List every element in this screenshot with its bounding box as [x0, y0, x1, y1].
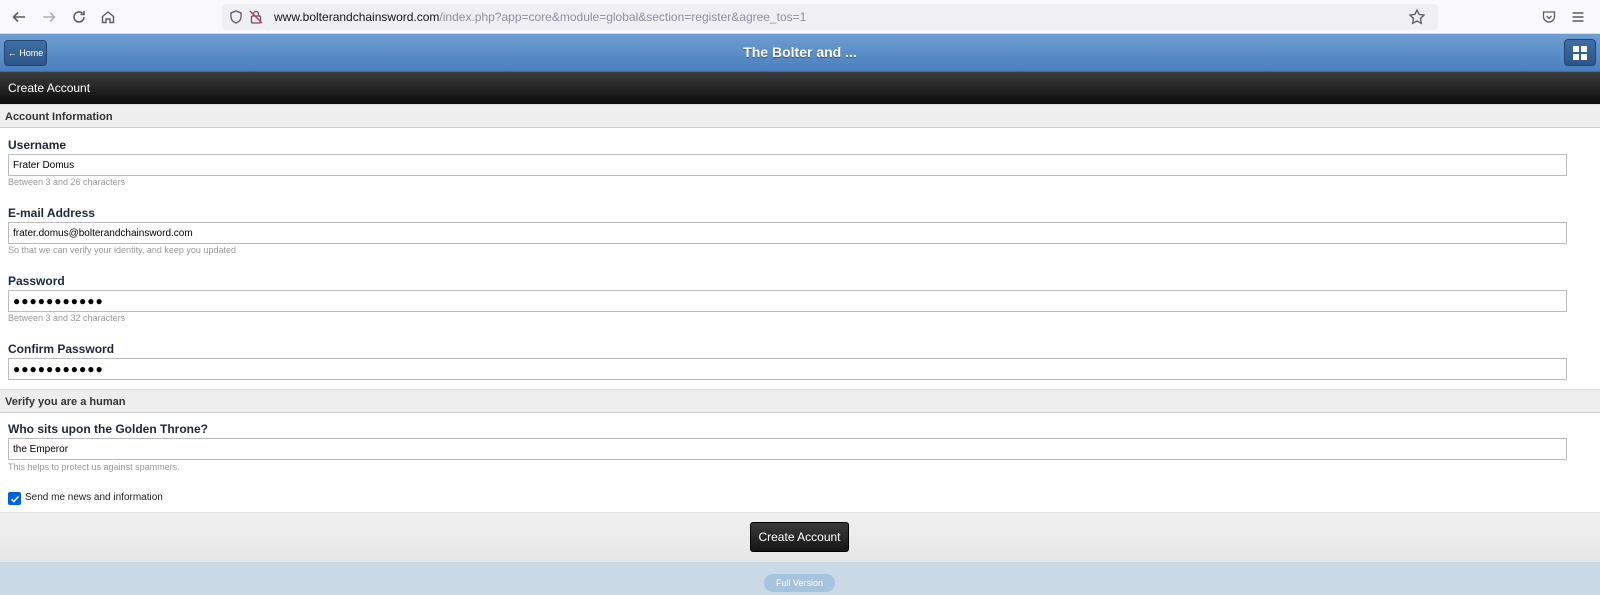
forward-icon[interactable] — [38, 6, 60, 28]
password-input[interactable]: ●●●●●●●●●●● — [8, 290, 1567, 312]
footer: Full Version — [0, 562, 1600, 595]
checkmark-icon — [10, 495, 19, 503]
insecure-lock-icon[interactable] — [248, 9, 264, 25]
site-title: The Bolter and ... — [743, 44, 857, 60]
verify-human-section-header: Verify you are a human — [0, 389, 1600, 413]
url-path: /index.php?app=core&module=global&sectio… — [439, 10, 807, 24]
back-icon[interactable] — [8, 6, 30, 28]
news-checkbox[interactable] — [8, 492, 21, 505]
confirm-password-label: Confirm Password — [8, 342, 115, 356]
captcha-question-label: Who sits upon the Golden Throne? — [8, 422, 208, 436]
section-title: Account Information — [5, 111, 113, 123]
browser-toolbar: www.bolterandchainsword.com/index.php?ap… — [0, 0, 1600, 34]
page-header: Create Account — [0, 72, 1600, 104]
grid-icon — [1573, 45, 1587, 60]
url-text: www.bolterandchainsword.com/index.php?ap… — [274, 10, 806, 24]
url-domain: www.bolterandchainsword.com — [274, 10, 440, 24]
email-input[interactable]: frater.domus@bolterandchainsword.com — [8, 222, 1567, 244]
captcha-hint: This helps to protect us against spammer… — [8, 462, 180, 472]
confirm-password-input[interactable]: ●●●●●●●●●●● — [8, 358, 1567, 380]
password-hint: Between 3 and 32 characters — [8, 313, 126, 323]
menu-icon[interactable] — [1567, 6, 1589, 28]
url-bar[interactable]: www.bolterandchainsword.com/index.php?ap… — [222, 4, 1438, 30]
shield-icon[interactable] — [228, 9, 244, 25]
bookmark-star-icon[interactable] — [1408, 8, 1426, 26]
email-hint: So that we can verify your identity, and… — [8, 245, 236, 255]
section-title: Verify you are a human — [5, 396, 126, 408]
email-label: E-mail Address — [8, 206, 95, 220]
captcha-answer-input[interactable]: the Emperor — [8, 438, 1567, 460]
pocket-icon[interactable] — [1538, 6, 1560, 28]
full-version-button[interactable]: Full Version — [764, 574, 835, 592]
create-account-button[interactable]: Create Account — [750, 522, 849, 552]
news-checkbox-label[interactable]: Send me news and information — [25, 492, 163, 503]
username-hint: Between 3 and 26 characters — [8, 177, 126, 187]
username-label: Username — [8, 138, 67, 152]
page-title: Create Account — [8, 81, 91, 95]
app-header: ← Home The Bolter and ... — [0, 34, 1600, 72]
reload-icon[interactable] — [68, 6, 90, 28]
password-label: Password — [8, 274, 65, 288]
username-input[interactable]: Frater Domus — [8, 154, 1567, 176]
form-submit-area: Create Account — [0, 512, 1600, 562]
home-icon[interactable] — [97, 6, 119, 28]
navigation-grid-button[interactable] — [1564, 39, 1596, 66]
account-information-section-header: Account Information — [0, 104, 1600, 128]
